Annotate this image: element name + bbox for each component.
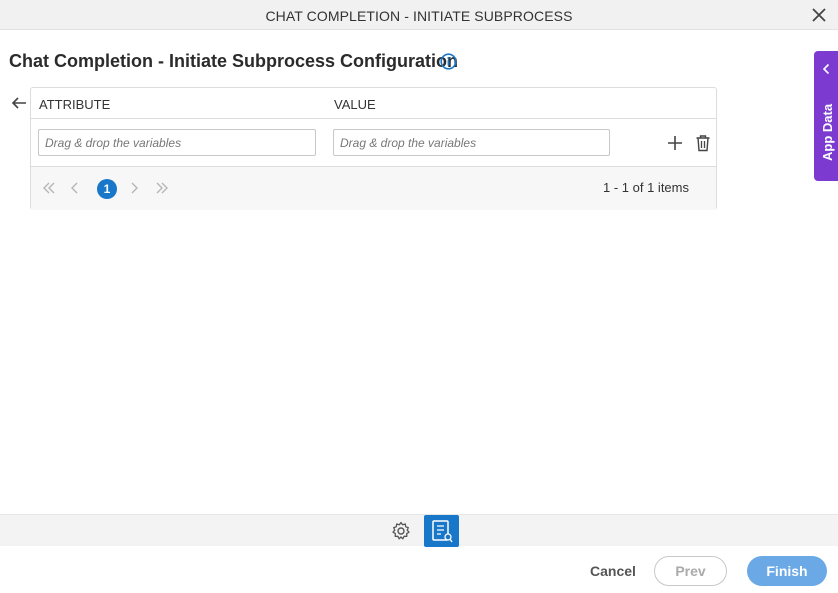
- page-title: Chat Completion - Initiate Subprocess Co…: [9, 51, 459, 71]
- column-header-attribute[interactable]: ATTRIBUTE: [39, 97, 110, 112]
- prev-button[interactable]: Prev: [654, 556, 727, 586]
- grid-header: ATTRIBUTE VALUE: [31, 88, 716, 119]
- document-icon: [432, 520, 453, 543]
- app-data-panel-toggle[interactable]: App Data: [814, 51, 838, 181]
- last-page-icon[interactable]: [155, 181, 169, 195]
- chevron-left-icon: [822, 63, 830, 75]
- bottom-toolbar: [0, 514, 838, 547]
- add-row-icon[interactable]: [667, 135, 683, 151]
- page-number-current[interactable]: 1: [97, 179, 117, 199]
- pager-items-count: 1 - 1 of 1 items: [603, 180, 689, 195]
- cancel-button[interactable]: Cancel: [590, 563, 636, 579]
- attribute-value-grid: ATTRIBUTE VALUE 1 1 - 1 of 1 items: [30, 87, 717, 210]
- arrow-left-icon[interactable]: [10, 95, 28, 111]
- gear-icon[interactable]: [391, 521, 411, 541]
- info-icon[interactable]: [440, 53, 457, 70]
- app-data-label: App Data: [820, 103, 835, 161]
- finish-button[interactable]: Finish: [747, 556, 827, 586]
- window-title: CHAT COMPLETION - INITIATE SUBPROCESS: [265, 8, 573, 24]
- prev-page-icon[interactable]: [68, 181, 82, 195]
- next-page-icon[interactable]: [127, 181, 141, 195]
- title-bar: CHAT COMPLETION - INITIATE SUBPROCESS: [0, 0, 838, 30]
- column-header-value[interactable]: VALUE: [334, 97, 376, 112]
- delete-row-icon[interactable]: [695, 134, 711, 152]
- first-page-icon[interactable]: [42, 181, 56, 195]
- attribute-input[interactable]: [38, 129, 316, 156]
- form-data-button[interactable]: [424, 515, 459, 547]
- close-icon[interactable]: [810, 6, 828, 24]
- pager: 1 1 - 1 of 1 items: [31, 167, 716, 210]
- table-row: [31, 119, 716, 167]
- value-input[interactable]: [333, 129, 610, 156]
